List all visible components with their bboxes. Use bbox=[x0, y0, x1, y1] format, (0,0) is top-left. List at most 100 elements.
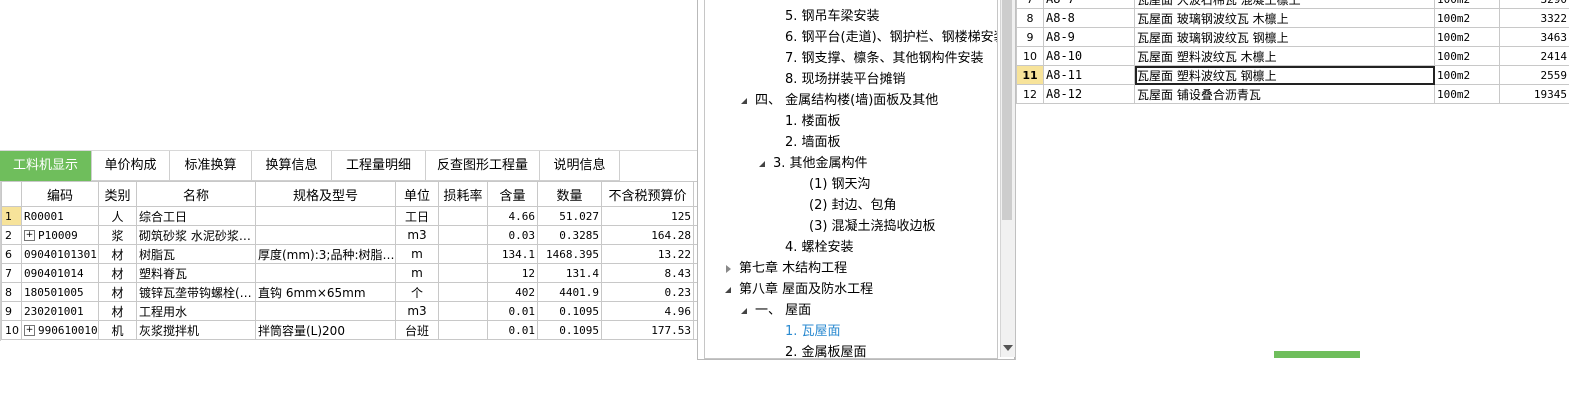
unit-cell[interactable]: 工日 bbox=[395, 206, 439, 226]
row-number[interactable]: 9 bbox=[1, 301, 22, 321]
quota-price-cell[interactable]: 2559 bbox=[1499, 65, 1569, 85]
row-number[interactable]: 10 bbox=[1016, 46, 1044, 66]
type-cell[interactable]: 材 bbox=[98, 263, 137, 283]
panel-splitter-handle[interactable] bbox=[1274, 351, 1360, 358]
row-number[interactable]: 7 bbox=[1016, 0, 1044, 9]
table-row[interactable]: 8 180501005 材镀锌瓦垄带钩螺栓(… 直钩 6mm×65mm 个 402 4401… bbox=[1, 282, 714, 302]
type-cell[interactable]: 浆 bbox=[98, 225, 137, 245]
tree-expanded-icon[interactable] bbox=[759, 161, 765, 167]
table-row[interactable]: 1 R00001 人综合工日 工日 4.66 51.027 125 bbox=[1, 206, 714, 226]
spec-cell[interactable] bbox=[255, 301, 396, 321]
type-cell[interactable]: 材 bbox=[98, 282, 137, 302]
quantity-cell[interactable]: 0.1095 bbox=[537, 301, 602, 321]
price-cell[interactable]: 4.96 bbox=[601, 301, 694, 321]
quota-price-cell[interactable]: 3290 bbox=[1499, 0, 1569, 9]
tree-node[interactable]: 一、 屋面 bbox=[755, 300, 811, 321]
row-number[interactable]: 8 bbox=[1016, 8, 1044, 28]
loss-rate-cell[interactable] bbox=[438, 206, 488, 226]
expand-plus-icon[interactable]: + bbox=[24, 230, 35, 241]
row-number[interactable]: 7 bbox=[1, 263, 22, 283]
quota-price-cell[interactable]: 3322 bbox=[1499, 8, 1569, 28]
unit-cell[interactable]: 台班 bbox=[395, 320, 439, 340]
tree-node[interactable]: 第八章 屋面及防水工程 bbox=[739, 279, 873, 300]
quota-price-cell[interactable]: 19345 bbox=[1499, 84, 1569, 104]
quota-code-cell[interactable]: A8-12 bbox=[1043, 84, 1135, 104]
tree-node[interactable]: (1) 钢天沟 bbox=[809, 174, 871, 195]
table-row[interactable]: 10 +990610010 机灰浆搅拌机 拌筒容量(L)200 台班 0.01 0.1095… bbox=[1, 320, 714, 340]
quantity-cell[interactable]: 0.3285 bbox=[537, 225, 602, 245]
quota-unit-cell[interactable]: 100m2 bbox=[1434, 0, 1500, 9]
column-header[interactable]: 不含税预算价 bbox=[601, 181, 694, 207]
column-header[interactable]: 名称 bbox=[136, 181, 256, 207]
tree-node[interactable]: 8. 现场拼装平台摊销 bbox=[785, 69, 906, 90]
unit-cell[interactable]: m bbox=[395, 244, 439, 264]
quota-row[interactable]: 8 A8-8 瓦屋面 玻璃钢波纹瓦 木檩上 100m2 3322 bbox=[1016, 8, 1569, 28]
price-cell[interactable]: 13.22 bbox=[601, 244, 694, 264]
tree-node[interactable]: 7. 钢支撑、檩条、其他钢构件安装 bbox=[785, 48, 984, 69]
quota-code-cell[interactable]: A8-8 bbox=[1043, 8, 1135, 28]
tree-node[interactable]: 4. 螺栓安装 bbox=[785, 237, 854, 258]
column-header[interactable]: 含量 bbox=[487, 181, 538, 207]
name-cell[interactable]: 塑料脊瓦 bbox=[136, 263, 256, 283]
loss-rate-cell[interactable] bbox=[438, 225, 488, 245]
price-cell[interactable]: 0.23 bbox=[601, 282, 694, 302]
row-number[interactable]: 11 bbox=[1016, 65, 1044, 85]
content-cell[interactable]: 402 bbox=[487, 282, 538, 302]
tree-node[interactable]: 四、 金属结构楼(墙)面板及其他 bbox=[755, 90, 938, 111]
quota-row[interactable]: 7A8-7瓦屋面 大波石棉瓦 混凝土檩上100m23290 bbox=[1016, 0, 1569, 9]
tab-unit-price-composition[interactable]: 单价构成 bbox=[92, 151, 170, 181]
tree-node[interactable]: 6. 钢平台(走道)、钢护栏、钢楼梯安装 bbox=[785, 27, 997, 48]
tab-labor-material-machine[interactable]: 工料机显示 bbox=[0, 151, 92, 181]
quota-row[interactable]: 11 A8-11 瓦屋面 塑料波纹瓦 钢檩上 100m2 2559 bbox=[1016, 65, 1569, 85]
unit-cell[interactable]: m3 bbox=[395, 225, 439, 245]
name-cell[interactable]: 镀锌瓦垄带钩螺栓(… bbox=[136, 282, 256, 302]
name-cell[interactable]: 灰浆搅拌机 bbox=[136, 320, 256, 340]
name-cell[interactable]: 工程用水 bbox=[136, 301, 256, 321]
row-number[interactable]: 1 bbox=[1, 206, 22, 226]
spec-cell[interactable] bbox=[255, 263, 396, 283]
tab-reverse-graphic-quantity[interactable]: 反查图形工程量 bbox=[426, 151, 540, 181]
column-header[interactable]: 单位 bbox=[395, 181, 439, 207]
code-cell[interactable]: 09040101301 bbox=[21, 244, 99, 264]
spec-cell[interactable]: 厚度(mm):3;品种:树脂… bbox=[255, 244, 396, 264]
quota-price-cell[interactable]: 2414 bbox=[1499, 46, 1569, 66]
spec-cell[interactable] bbox=[255, 206, 396, 226]
row-number[interactable]: 10 bbox=[1, 320, 22, 340]
quota-unit-cell[interactable]: 100m2 bbox=[1434, 8, 1500, 28]
quantity-cell[interactable]: 4401.9 bbox=[537, 282, 602, 302]
quantity-cell[interactable]: 0.1095 bbox=[537, 320, 602, 340]
quota-name-cell[interactable]: 瓦屋面 塑料波纹瓦 钢檩上 bbox=[1134, 65, 1435, 85]
name-cell[interactable]: 树脂瓦 bbox=[136, 244, 256, 264]
expand-plus-icon[interactable]: + bbox=[24, 325, 35, 336]
code-cell[interactable]: 230201001 bbox=[21, 301, 99, 321]
quantity-cell[interactable]: 51.027 bbox=[537, 206, 602, 226]
type-cell[interactable]: 人 bbox=[98, 206, 137, 226]
tree-scrollbar-thumb[interactable] bbox=[1002, 0, 1012, 220]
tab-standard-conversion[interactable]: 标准换算 bbox=[170, 151, 252, 181]
row-number[interactable]: 12 bbox=[1016, 84, 1044, 104]
spec-cell[interactable]: 直钩 6mm×65mm bbox=[255, 282, 396, 302]
tree-node[interactable]: 1. 瓦屋面 bbox=[785, 321, 841, 342]
column-header[interactable]: 数量 bbox=[537, 181, 602, 207]
code-cell[interactable]: +990610010 bbox=[21, 320, 99, 340]
quota-unit-cell[interactable]: 100m2 bbox=[1434, 27, 1500, 47]
code-cell[interactable]: 180501005 bbox=[21, 282, 99, 302]
spec-cell[interactable] bbox=[255, 225, 396, 245]
table-row[interactable]: 6 09040101301 材树脂瓦 厚度(mm):3;品种:树脂… m 134.1 146… bbox=[1, 244, 714, 264]
tab-description-info[interactable]: 说明信息 bbox=[540, 151, 620, 181]
quantity-cell[interactable]: 131.4 bbox=[537, 263, 602, 283]
quantity-cell[interactable]: 1468.395 bbox=[537, 244, 602, 264]
loss-rate-cell[interactable] bbox=[438, 244, 488, 264]
type-cell[interactable]: 材 bbox=[98, 301, 137, 321]
code-cell[interactable]: + P10009 bbox=[21, 225, 99, 245]
tab-conversion-info[interactable]: 换算信息 bbox=[252, 151, 332, 181]
row-number[interactable]: 8 bbox=[1, 282, 22, 302]
tree-node[interactable]: (2) 封边、包角 bbox=[809, 195, 897, 216]
scroll-down-icon[interactable] bbox=[1003, 345, 1013, 351]
tree-expanded-icon[interactable] bbox=[741, 308, 747, 314]
column-header[interactable]: 类别 bbox=[98, 181, 137, 207]
code-cell[interactable]: 090401014 bbox=[21, 263, 99, 283]
type-cell[interactable]: 机 bbox=[98, 320, 137, 340]
name-cell[interactable]: 综合工日 bbox=[136, 206, 256, 226]
quota-code-cell[interactable]: A8-11 bbox=[1043, 65, 1135, 85]
